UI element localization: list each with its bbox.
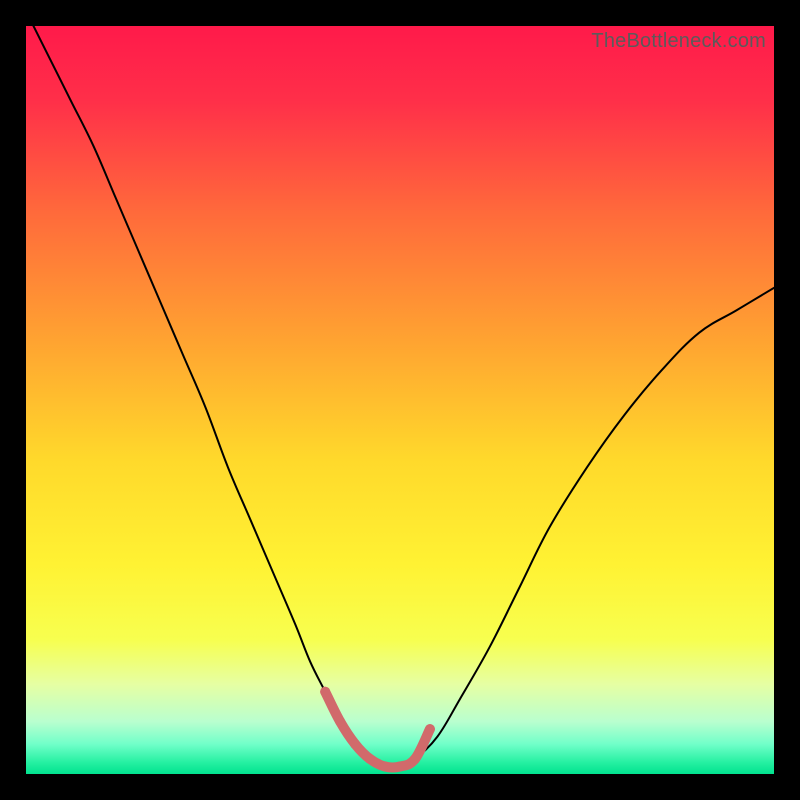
watermark-text: TheBottleneck.com bbox=[591, 30, 766, 53]
trough-node bbox=[395, 762, 405, 772]
trough-node bbox=[335, 717, 345, 727]
bottleneck-curve bbox=[26, 26, 774, 768]
chart-frame: TheBottleneck.com bbox=[0, 0, 800, 800]
trough-node bbox=[410, 754, 420, 764]
chart-svg bbox=[26, 26, 774, 774]
trough-node bbox=[350, 739, 360, 749]
trough-node bbox=[425, 724, 435, 734]
trough-node bbox=[365, 754, 375, 764]
plot-area: TheBottleneck.com bbox=[26, 26, 774, 774]
trough-node bbox=[380, 762, 390, 772]
trough-node bbox=[320, 687, 330, 697]
